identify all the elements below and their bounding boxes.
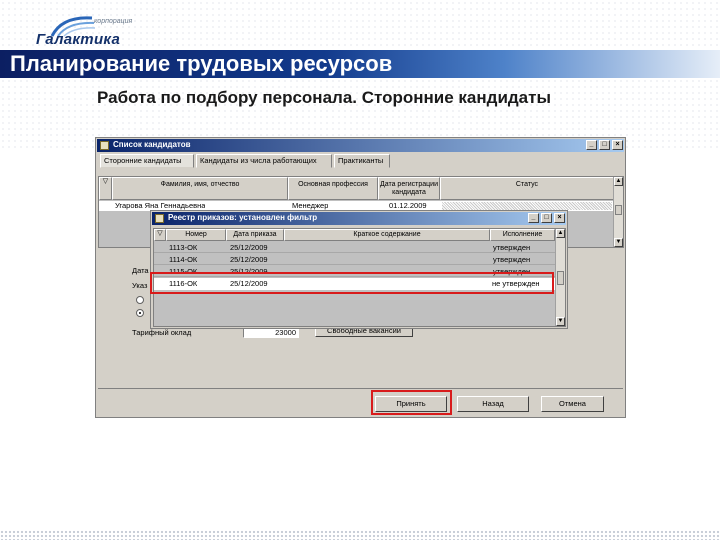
cell-execution: утвержден: [493, 243, 531, 252]
maximize-button[interactable]: □: [599, 140, 610, 150]
page-title: Планирование трудовых ресурсов: [10, 51, 393, 76]
label-tariff-salary: Тарифный оклад: [132, 328, 192, 337]
title-banner: Планирование трудовых ресурсов: [0, 50, 720, 78]
radio-option-1[interactable]: [136, 296, 144, 304]
scroll-up-icon[interactable]: ▲: [614, 177, 623, 186]
label-order: Указ: [132, 281, 148, 290]
maximize-button[interactable]: □: [541, 213, 552, 223]
cell-profession: Менеджер: [292, 201, 329, 210]
window-app-icon: [155, 214, 164, 223]
scroll-up-icon[interactable]: ▲: [556, 229, 565, 238]
candidates-window-titlebar: Список кандидатов _ □ ×: [97, 139, 624, 152]
radio-option-2[interactable]: [136, 309, 144, 317]
cell-reg-date: 01.12.2009: [389, 201, 427, 210]
highlight-selected-order: [150, 272, 554, 294]
minimize-button[interactable]: _: [586, 140, 597, 150]
highlight-apply-button: [371, 390, 452, 415]
minimize-button[interactable]: _: [528, 213, 539, 223]
cell-order-number: 1113-ОК: [169, 243, 198, 252]
tab-internal-candidates[interactable]: Кандидаты из числа работающих: [196, 154, 332, 168]
table-row[interactable]: 1114-ОК 25/12/2009 утвержден: [154, 254, 555, 265]
col-order-number[interactable]: Номер: [166, 229, 226, 241]
logo-corp-text: корпорация: [94, 18, 133, 25]
page-subtitle: Работа по подбору персонала. Сторонние к…: [97, 88, 551, 107]
orders-grid-header: ▽ Номер Дата приказа Краткое содержание …: [154, 229, 555, 241]
candidates-window-title: Список кандидатов: [113, 140, 191, 149]
registry-window-title: Реестр приказов: установлен фильтр: [168, 213, 318, 222]
back-button[interactable]: Назад: [457, 396, 529, 412]
logo-name: Галактика: [36, 31, 121, 48]
window-app-icon: [100, 141, 109, 150]
empty-grid-area: [166, 291, 555, 326]
cell-order-date: 25/12/2009: [230, 255, 268, 264]
cancel-button[interactable]: Отмена: [541, 396, 604, 412]
filter-icon[interactable]: ▽: [99, 177, 112, 200]
col-reg-date[interactable]: Дата регистрации кандидата: [378, 177, 440, 200]
scroll-thumb[interactable]: [615, 205, 622, 215]
scroll-down-icon[interactable]: ▼: [614, 238, 623, 247]
cell-order-number: 1114-ОК: [169, 255, 198, 264]
candidates-grid-header: ▽ Фамилия, имя, отчество Основная профес…: [99, 177, 614, 200]
orders-registry-window: Реестр приказов: установлен фильтр _ □ ×…: [150, 210, 568, 329]
candidates-scrollbar[interactable]: ▲ ▼: [613, 177, 623, 247]
cell-status: [442, 202, 612, 210]
col-summary[interactable]: Краткое содержание: [284, 229, 490, 241]
filter-icon[interactable]: ▽: [154, 229, 166, 241]
orders-scrollbar[interactable]: ▲ ▼: [555, 229, 565, 326]
cell-order-date: 25/12/2009: [230, 243, 268, 252]
col-execution[interactable]: Исполнение: [490, 229, 555, 241]
divider: [98, 388, 623, 389]
cell-fio: Угарова Яна Геннадьевна: [115, 201, 206, 210]
close-button[interactable]: ×: [554, 213, 565, 223]
tab-external-candidates[interactable]: Сторонние кандидаты: [100, 154, 194, 168]
tab-trainees[interactable]: Практиканты: [334, 154, 390, 168]
close-button[interactable]: ×: [612, 140, 623, 150]
scroll-down-icon[interactable]: ▼: [556, 317, 565, 326]
label-date: Дата: [132, 266, 149, 275]
galaktika-logo: корпорация Галактика: [34, 14, 134, 50]
table-row[interactable]: 1113-ОК 25/12/2009 утвержден: [154, 242, 555, 253]
col-profession[interactable]: Основная профессия: [288, 177, 378, 200]
scroll-thumb[interactable]: [557, 271, 564, 285]
col-fio[interactable]: Фамилия, имя, отчество: [112, 177, 288, 200]
background-dots-bottom: [0, 530, 720, 540]
col-status[interactable]: Статус: [440, 177, 614, 200]
cell-execution: утвержден: [493, 255, 531, 264]
registry-window-titlebar: Реестр приказов: установлен фильтр _ □ ×: [152, 212, 566, 225]
col-order-date[interactable]: Дата приказа: [226, 229, 284, 241]
